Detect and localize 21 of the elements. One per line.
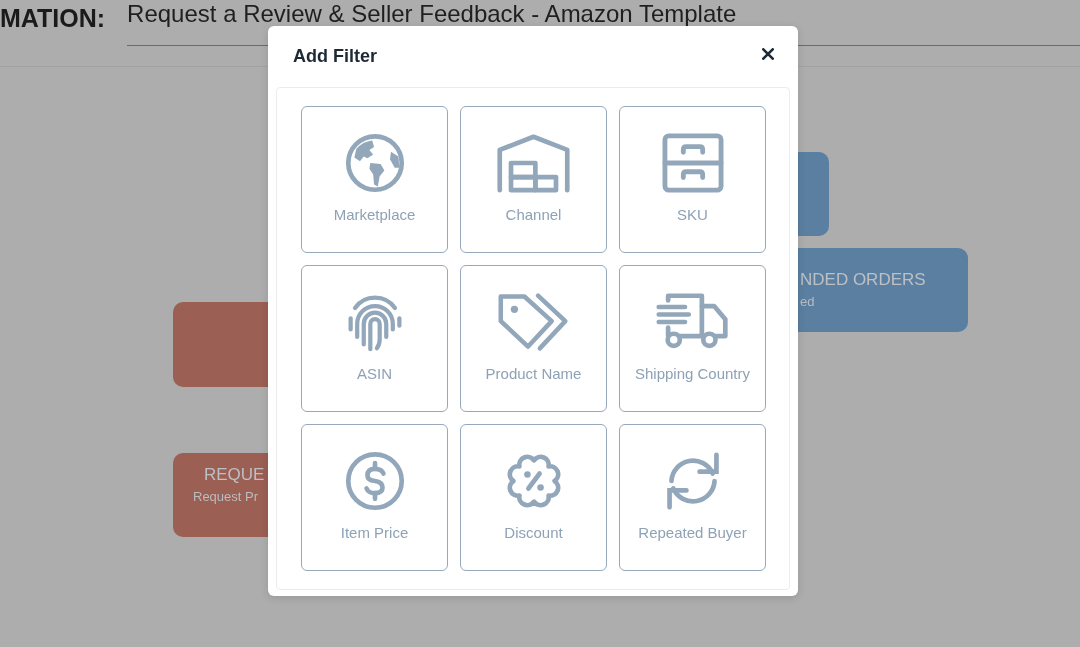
- filter-option[interactable]: Repeated Buyer: [619, 424, 766, 571]
- filter-option[interactable]: ASIN: [301, 265, 448, 412]
- filter-option[interactable]: Discount: [460, 424, 607, 571]
- dollar-coin-icon: [344, 451, 405, 511]
- warehouse-icon: [496, 133, 571, 193]
- page-title: Request a Review & Seller Feedback - Amazon Template: [127, 3, 737, 25]
- node-subtitle: ed: [800, 293, 815, 311]
- node-title: REQUE: [204, 465, 265, 485]
- filter-option[interactable]: SKU: [619, 106, 766, 253]
- filter-option[interactable]: Product Name: [460, 265, 607, 412]
- filter-option[interactable]: Shipping Country: [619, 265, 766, 412]
- node-title: NDED ORDERS: [800, 270, 926, 290]
- dialog-title: Add Filter: [293, 46, 377, 67]
- globe-icon: [344, 133, 405, 193]
- filter-option[interactable]: Item Price: [301, 424, 448, 571]
- section-label: MATION:: [0, 3, 106, 32]
- filter-option[interactable]: Marketplace: [301, 106, 448, 253]
- filter-option[interactable]: Channel: [460, 106, 607, 253]
- close-icon: [762, 47, 774, 60]
- node-subtitle: Request Pr: [193, 488, 259, 506]
- drawer-cabinet-icon: [661, 133, 724, 193]
